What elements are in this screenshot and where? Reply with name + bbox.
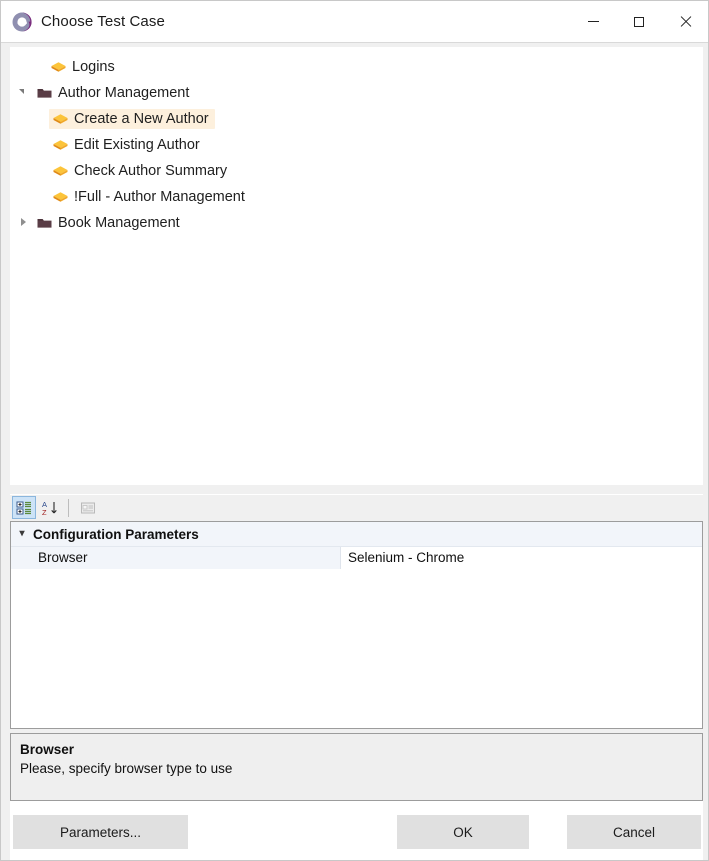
tree-item-label: Create a New Author [74, 110, 209, 127]
folder-icon [36, 215, 53, 231]
window-controls [570, 1, 708, 42]
test-case-icon [50, 59, 67, 75]
tree-item-check-author-summary[interactable]: Check Author Summary [11, 158, 702, 184]
property-grid-toolbar: A Z [10, 494, 703, 520]
choose-test-case-dialog: Choose Test Case Logins Author Managemen… [0, 0, 709, 861]
parameters-button[interactable]: Parameters... [13, 815, 188, 849]
minimize-icon [587, 21, 599, 22]
tree-item-label: Author Management [58, 84, 190, 101]
window-title: Choose Test Case [41, 13, 165, 30]
tree-item-book-management[interactable]: Book Management [11, 210, 702, 236]
test-case-tree[interactable]: Logins Author Management Create a New Au… [10, 47, 703, 485]
test-case-icon [52, 137, 69, 153]
sort-alphabetical-icon: A Z [42, 500, 57, 516]
folder-icon [36, 85, 53, 101]
tree-item-label: Check Author Summary [74, 162, 228, 179]
property-category-row[interactable]: ▾ Configuration Parameters [11, 522, 702, 547]
close-button[interactable] [662, 1, 708, 42]
property-category-label: Configuration Parameters [33, 526, 199, 542]
property-value-browser[interactable]: Selenium - Chrome [341, 547, 702, 569]
tree-item-edit-existing-author[interactable]: Edit Existing Author [11, 132, 702, 158]
test-case-icon [52, 189, 69, 205]
tree-item-full-author-management[interactable]: !Full - Author Management [11, 184, 702, 210]
svg-text:Z: Z [42, 508, 47, 516]
tree-item-label: !Full - Author Management [74, 188, 245, 205]
toolbar-separator [68, 498, 69, 517]
property-pages-button[interactable] [76, 496, 100, 519]
categorized-view-icon [16, 501, 31, 514]
app-logo-icon [11, 11, 33, 33]
dialog-body: Logins Author Management Create a New Au… [1, 42, 708, 860]
tree-item-label: Book Management [58, 214, 180, 231]
test-case-icon [52, 163, 69, 179]
close-icon [679, 16, 691, 28]
chevron-expanded-icon[interactable] [17, 86, 31, 100]
minimize-button[interactable] [570, 1, 616, 42]
tree-item-logins[interactable]: Logins [11, 54, 702, 80]
tree-expander-placeholder [31, 60, 45, 74]
tree-item-author-management[interactable]: Author Management [11, 80, 702, 106]
property-pages-icon [81, 502, 95, 513]
ok-button[interactable]: OK [397, 815, 529, 849]
chevron-down-icon[interactable]: ▾ [11, 529, 33, 539]
categorized-view-button[interactable] [12, 496, 36, 519]
maximize-button[interactable] [616, 1, 662, 42]
configuration-property-grid[interactable]: ▾ Configuration Parameters Browser Selen… [10, 521, 703, 729]
description-title: Browser [20, 742, 75, 757]
property-name-browser: Browser [11, 547, 341, 569]
title-bar: Choose Test Case [1, 1, 708, 42]
tree-item-create-a-new-author[interactable]: Create a New Author [11, 106, 702, 132]
chevron-collapsed-icon[interactable] [17, 216, 31, 230]
description-pane: Browser Please, specify browser type to … [10, 733, 703, 801]
description-text: Please, specify browser type to use [20, 761, 233, 776]
dialog-footer: Parameters... OK Cancel [10, 801, 703, 860]
maximize-icon [634, 16, 644, 27]
test-case-icon [52, 111, 69, 127]
cancel-button[interactable]: Cancel [567, 815, 701, 849]
tree-item-label: Edit Existing Author [74, 136, 200, 153]
tree-item-label: Logins [72, 58, 115, 75]
alphabetical-sort-button[interactable]: A Z [38, 496, 62, 519]
property-row-browser[interactable]: Browser Selenium - Chrome [11, 547, 702, 569]
